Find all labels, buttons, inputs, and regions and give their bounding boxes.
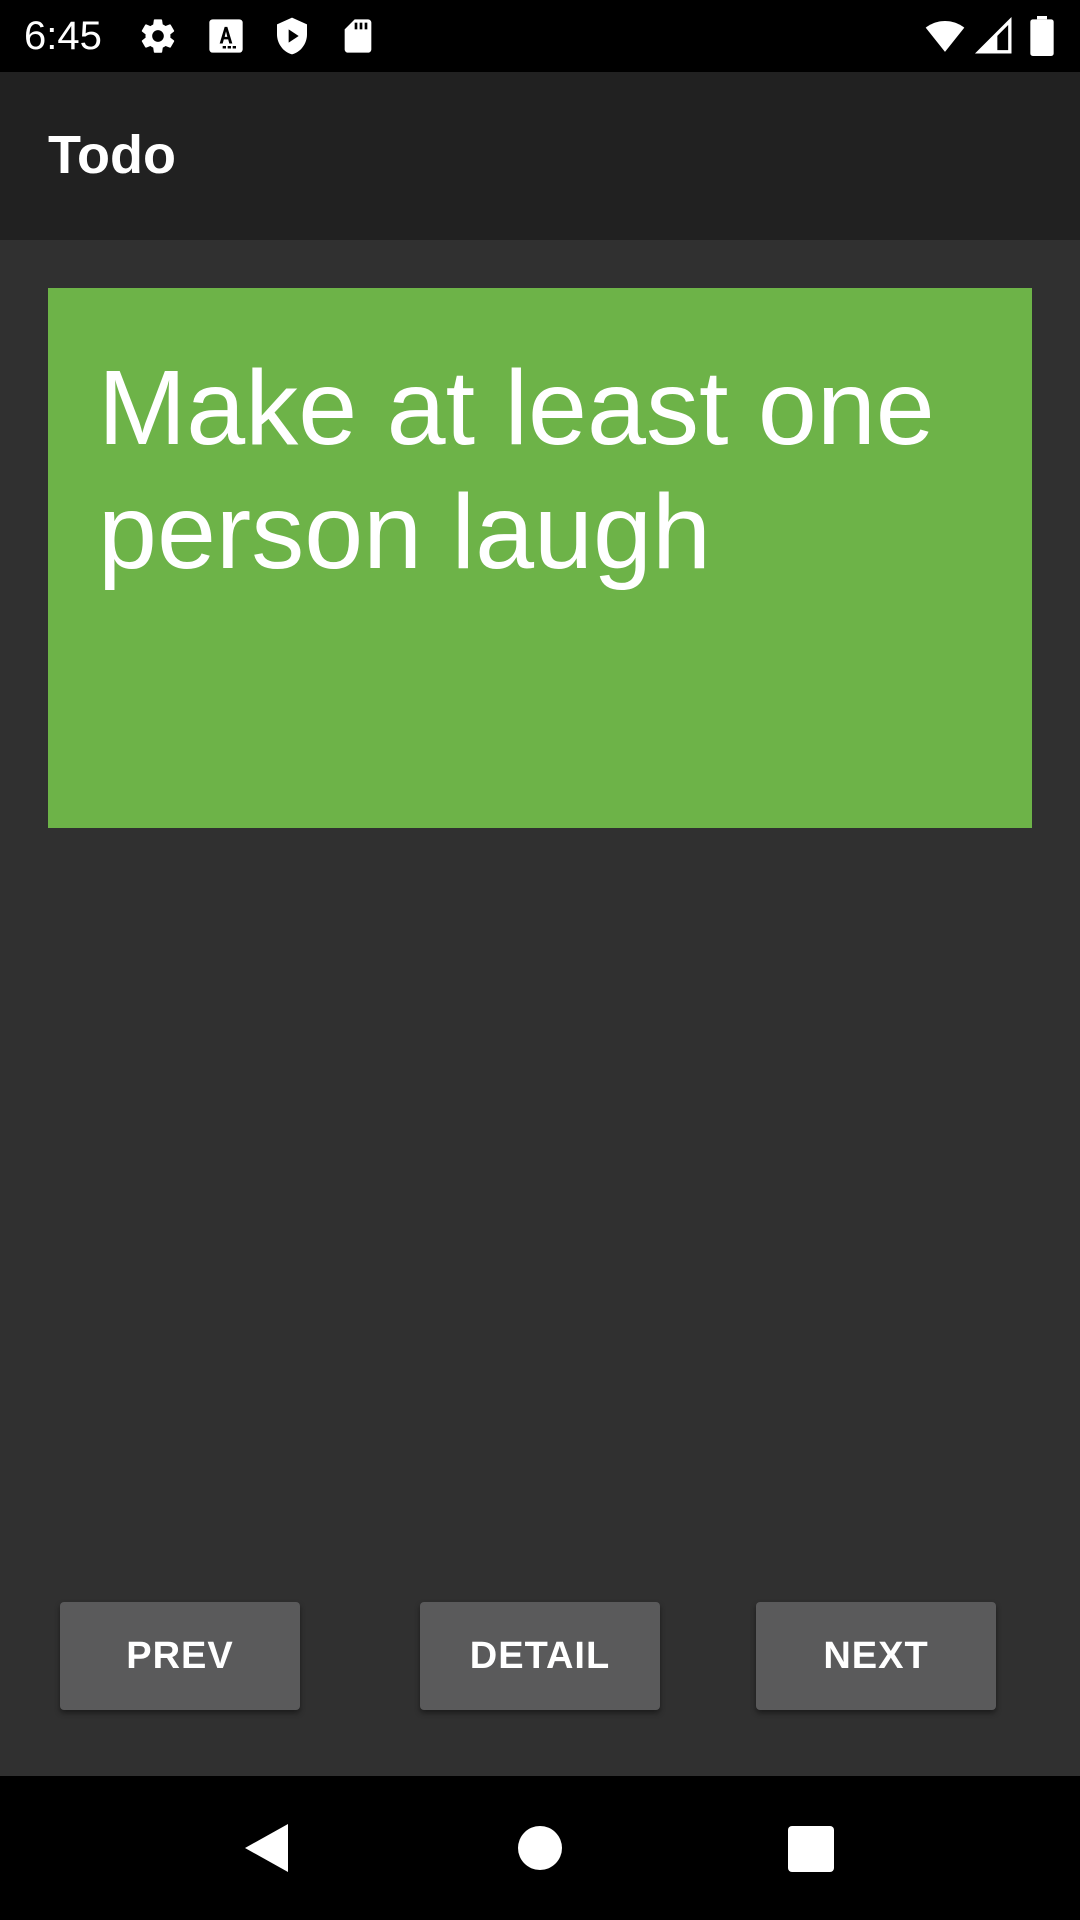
next-button[interactable]: NEXT bbox=[756, 1602, 996, 1710]
settings-gear-icon bbox=[138, 16, 178, 56]
app-bar: Todo bbox=[0, 72, 1080, 240]
back-icon[interactable] bbox=[228, 1808, 308, 1888]
screen: 6:45 Todo Make at least one person laugh bbox=[0, 0, 1080, 1920]
status-bar: 6:45 bbox=[0, 0, 1080, 72]
recents-icon[interactable] bbox=[770, 1808, 850, 1888]
todo-card: Make at least one person laugh bbox=[48, 288, 1032, 828]
prev-button[interactable]: PREV bbox=[60, 1602, 300, 1710]
battery-icon bbox=[1030, 16, 1058, 56]
todo-text: Make at least one person laugh bbox=[98, 349, 935, 591]
wifi-icon bbox=[922, 16, 968, 56]
navigation-bar bbox=[0, 1776, 1080, 1920]
detail-button[interactable]: DETAIL bbox=[420, 1602, 660, 1710]
status-time: 6:45 bbox=[24, 14, 102, 58]
app-title: Todo bbox=[48, 125, 176, 185]
cell-signal-icon bbox=[974, 16, 1014, 56]
shield-play-icon bbox=[272, 16, 312, 56]
sd-card-icon bbox=[338, 16, 378, 56]
home-icon[interactable] bbox=[500, 1808, 580, 1888]
text-a-icon bbox=[206, 16, 246, 56]
